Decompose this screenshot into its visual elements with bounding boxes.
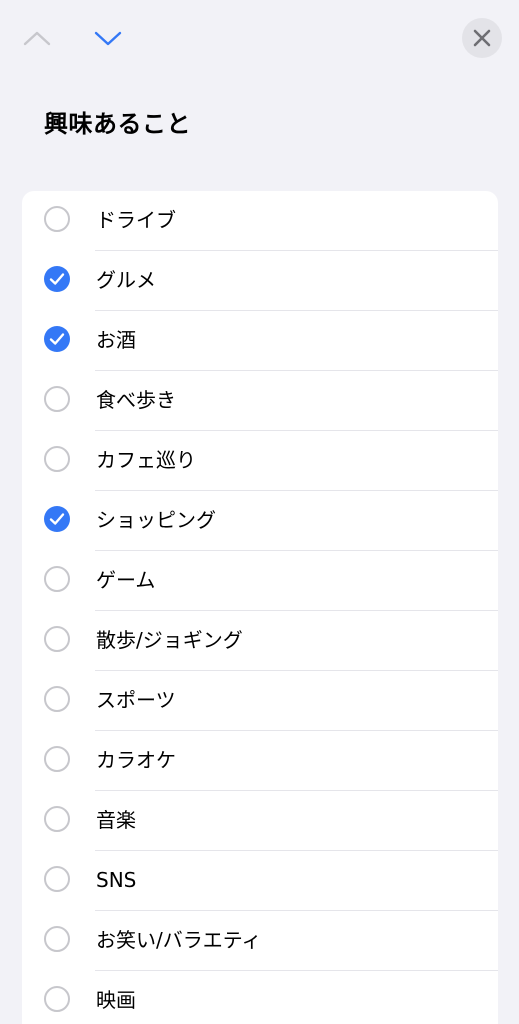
interest-option-label: ドライブ [96,208,176,232]
checkmark-icon [49,513,65,525]
interest-option-label: カラオケ [96,748,176,772]
previous-button[interactable] [17,20,57,56]
checkbox-checked[interactable] [44,326,70,352]
interest-option[interactable]: 食べ歩き [22,371,498,431]
interest-option-label: 散歩/ジョギング [96,628,243,652]
interest-option[interactable]: カフェ巡り [22,431,498,491]
interest-option-label: スポーツ [96,688,176,712]
interest-option[interactable]: お酒 [22,311,498,371]
interest-option-label: カフェ巡り [96,448,196,472]
chevron-up-icon [23,31,51,46]
interest-option[interactable]: お笑い/バラエティ [22,911,498,971]
interest-option[interactable]: ゲーム [22,551,498,611]
interest-option[interactable]: ドライブ [22,191,498,251]
interest-option[interactable]: SNS [22,851,498,911]
interest-option-label: SNS [96,868,137,892]
close-button[interactable] [462,18,502,58]
checkmark-icon [49,333,65,345]
interest-option[interactable]: カラオケ [22,731,498,791]
interest-option[interactable]: 散歩/ジョギング [22,611,498,671]
checkbox-unchecked[interactable] [44,626,70,652]
interest-option-label: 食べ歩き [96,388,176,412]
interest-option-label: お笑い/バラエティ [96,928,262,952]
checkbox-unchecked[interactable] [44,806,70,832]
interest-option-label: 音楽 [96,808,136,832]
interest-option-label: 映画 [96,988,136,1012]
checkbox-unchecked[interactable] [44,386,70,412]
interest-option[interactable]: スポーツ [22,671,498,731]
chevron-down-icon [94,31,122,46]
checkbox-unchecked[interactable] [44,866,70,892]
checkbox-unchecked[interactable] [44,986,70,1012]
checkbox-unchecked[interactable] [44,926,70,952]
next-button[interactable] [88,20,128,56]
interest-list: ドライブグルメお酒食べ歩きカフェ巡りショッピング ゲーム散歩/ジョギング スポーツカ… [22,191,498,1024]
interest-option-label: ゲーム [96,568,156,592]
interest-option-label: ショッピング [96,508,216,532]
checkbox-unchecked[interactable] [44,206,70,232]
checkbox-unchecked[interactable] [44,686,70,712]
checkbox-checked[interactable] [44,506,70,532]
interest-option-label: お酒 [96,328,136,352]
interest-option[interactable]: ショッピング [22,491,498,551]
page-title: 興味あること [44,110,191,138]
checkbox-unchecked[interactable] [44,746,70,772]
checkbox-unchecked[interactable] [44,446,70,472]
interest-option[interactable]: 音楽 [22,791,498,851]
interest-option[interactable]: 映画 [22,971,498,1024]
checkbox-checked[interactable] [44,266,70,292]
close-icon [473,29,491,47]
interest-option[interactable]: グルメ [22,251,498,311]
interest-option-label: グルメ [96,268,156,292]
checkmark-icon [49,273,65,285]
interest-picker-screen: 興味あること ドライブグルメお酒食べ歩きカフェ巡りショッピング ゲーム散歩/ジョギ… [0,0,519,1024]
checkbox-unchecked[interactable] [44,566,70,592]
